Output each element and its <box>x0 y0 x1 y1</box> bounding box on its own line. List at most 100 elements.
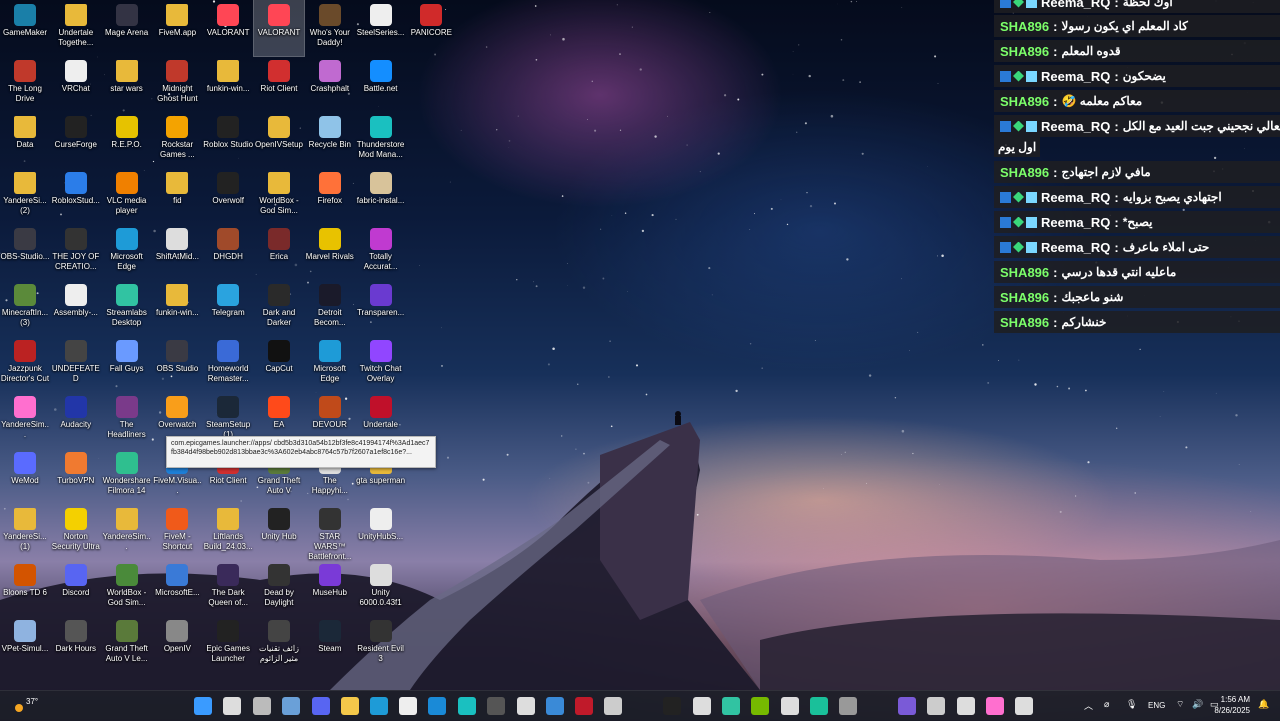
desktop-icon[interactable]: Detroit Becom... <box>305 280 355 336</box>
desktop-icon[interactable]: Recycle Bin <box>305 112 355 168</box>
tray-network-off-icon[interactable]: ⌀ <box>1104 699 1109 710</box>
desktop-icon[interactable]: Microsoft Edge <box>305 336 355 392</box>
desktop-icon[interactable]: Norton Security Ultra <box>51 504 101 560</box>
desktop-icon[interactable]: RobloxStud... <box>51 168 101 224</box>
desktop-icon[interactable]: Homeworld Remaster... <box>203 336 253 392</box>
desktop-icon[interactable]: FiveM - Shortcut <box>152 504 202 560</box>
desktop-icon[interactable]: زائف تقنيات مثير الزائوم <box>254 616 304 672</box>
desktop-icon[interactable]: CurseForge <box>51 112 101 168</box>
streamlabs-icon[interactable] <box>722 697 740 715</box>
desktop-icon[interactable]: Marvel Rivals <box>305 224 355 280</box>
desktop-icon[interactable]: VRChat <box>51 56 101 112</box>
edge-icon[interactable] <box>370 697 388 715</box>
unreal-icon[interactable] <box>1015 697 1033 715</box>
desktop-icon[interactable]: Midnight Ghost Hunt <box>152 56 202 112</box>
desktop-icon[interactable]: funkin-win... <box>152 280 202 336</box>
desktop-icon[interactable]: VALORANT <box>203 0 253 56</box>
desktop-icon[interactable]: fabric-instal... <box>356 168 406 224</box>
app-ring-icon[interactable] <box>927 697 945 715</box>
desktop-icon[interactable]: star wars <box>102 56 152 112</box>
weather-widget[interactable]: 37° <box>10 695 50 717</box>
desktop-icon[interactable]: The Long Drive <box>0 56 50 112</box>
system-clock[interactable]: 1:56 AM 8/26/2025 <box>1214 694 1250 716</box>
desktop-icon[interactable]: Thunderstore Mod Mana... <box>356 112 406 168</box>
desktop-icon[interactable]: CapCut <box>254 336 304 392</box>
desktop-icon[interactable]: Rockstar Games ... <box>152 112 202 168</box>
desktop-icon[interactable]: The Dark Queen of... <box>203 560 253 616</box>
desktop-icon[interactable]: Transparen... <box>356 280 406 336</box>
desktop-icon[interactable]: R.E.P.O. <box>102 112 152 168</box>
desktop-icon[interactable]: The Headliners <box>102 392 152 448</box>
desktop-icon[interactable]: Bloons TD 6 <box>0 560 50 616</box>
desktop-icon[interactable]: Jazzpunk Director's Cut <box>0 336 50 392</box>
desktop-icon[interactable]: OBS Studio <box>152 336 202 392</box>
app-teal-icon[interactable] <box>810 697 828 715</box>
desktop-icon[interactable]: Assembly-... <box>51 280 101 336</box>
desktop-icon[interactable]: MinecraftIn... (3) <box>0 280 50 336</box>
desktop-icon[interactable]: DHGDH <box>203 224 253 280</box>
desktop-icon[interactable]: PANICORE <box>406 0 456 56</box>
desktop-icon[interactable]: GameMaker <box>0 0 50 56</box>
desktop-icon[interactable]: Overwolf <box>203 168 253 224</box>
desktop-icon[interactable]: YandereSim... <box>0 392 50 448</box>
app-blue-icon[interactable] <box>428 697 446 715</box>
curseforge-icon[interactable] <box>663 697 681 715</box>
desktop-icon[interactable]: Liftlands Build_24.03... <box>203 504 253 560</box>
desktop-icon[interactable]: Grand Theft Auto V Le... <box>102 616 152 672</box>
desktop-icon[interactable]: THE JOY OF CREATIO... <box>51 224 101 280</box>
app-red-icon[interactable] <box>575 697 593 715</box>
language-indicator[interactable]: ENG <box>1148 701 1165 710</box>
desktop-icon[interactable]: STAR WARS™ Battlefront... <box>305 504 355 560</box>
desktop-icon[interactable]: Crashphalt <box>305 56 355 112</box>
desktop-icon[interactable]: Telegram <box>203 280 253 336</box>
desktop-icon[interactable]: Who's Your Daddy! <box>305 0 355 56</box>
discord-icon[interactable] <box>312 697 330 715</box>
desktop-icon[interactable]: Unity Hub <box>254 504 304 560</box>
desktop-icon[interactable]: VPet-Simul... <box>0 616 50 672</box>
nvidia-icon[interactable] <box>751 697 769 715</box>
steam-icon[interactable] <box>282 697 300 715</box>
desktop-icon[interactable]: TurboVPN <box>51 448 101 504</box>
desktop-icon[interactable]: FiveM.app <box>152 0 202 56</box>
desktop-icon[interactable]: MuseHub <box>305 560 355 616</box>
desktop-icon[interactable]: OBS-Studio... <box>0 224 50 280</box>
app-pink-icon[interactable] <box>986 697 1004 715</box>
desktop-icon[interactable]: Erica <box>254 224 304 280</box>
desktop-icon[interactable]: Resident Evil 3 <box>356 616 406 672</box>
desktop-icon[interactable]: Microsoft Edge <box>102 224 152 280</box>
desktop-icon[interactable]: Roblox Studio <box>203 112 253 168</box>
desktop-icon[interactable]: Discord <box>51 560 101 616</box>
desktop-icon[interactable]: OpenIVSetup <box>254 112 304 168</box>
desktop-icon[interactable]: Dark Hours <box>51 616 101 672</box>
desktop-icon[interactable]: WeMod <box>0 448 50 504</box>
desktop-icon[interactable]: Firefox <box>305 168 355 224</box>
desktop-icon[interactable]: Audacity <box>51 392 101 448</box>
app-globe-icon[interactable] <box>546 697 564 715</box>
desktop-icon[interactable]: MicrosoftE... <box>152 560 202 616</box>
desktop-icon[interactable]: WorldBox - God Sim... <box>254 168 304 224</box>
app-turquoise-icon[interactable] <box>458 697 476 715</box>
desktop-icon[interactable]: Streamlabs Desktop <box>102 280 152 336</box>
desktop-icon[interactable]: YandereSi... (2) <box>0 168 50 224</box>
app-settings-icon[interactable] <box>957 697 975 715</box>
desktop-icon[interactable]: Riot Client <box>254 56 304 112</box>
tray-chevron-icon[interactable]: ︿ <box>1084 699 1093 712</box>
desktop-icon[interactable]: Totally Accurat... <box>356 224 406 280</box>
desktop-icon[interactable]: Twitch Chat Overlay <box>356 336 406 392</box>
app-v-icon[interactable] <box>487 697 505 715</box>
desktop-icon[interactable]: YandereSim... <box>102 504 152 560</box>
desktop-icon[interactable]: UNDEFEATED <box>51 336 101 392</box>
desktop-icon[interactable]: Dark and Darker <box>254 280 304 336</box>
desktop-icon[interactable]: VALORANT <box>254 0 304 56</box>
app-grid-icon[interactable] <box>693 697 711 715</box>
app-shield-icon[interactable] <box>839 697 857 715</box>
desktop-icon[interactable]: Battle.net <box>356 56 406 112</box>
desktop-icon[interactable]: SteelSeries... <box>356 0 406 56</box>
desktop-icon[interactable]: Unity 6000.0.43f1 <box>356 560 406 616</box>
desktop-icon[interactable]: YandereSi... (1) <box>0 504 50 560</box>
app-purple-icon[interactable] <box>898 697 916 715</box>
desktop-icon[interactable]: Wondershare Filmora 14 <box>102 448 152 504</box>
notification-bell-icon[interactable]: 🔔 <box>1258 699 1269 710</box>
desktop-icon[interactable]: Epic Games Launcher <box>203 616 253 672</box>
desktop-icon[interactable]: Steam <box>305 616 355 672</box>
